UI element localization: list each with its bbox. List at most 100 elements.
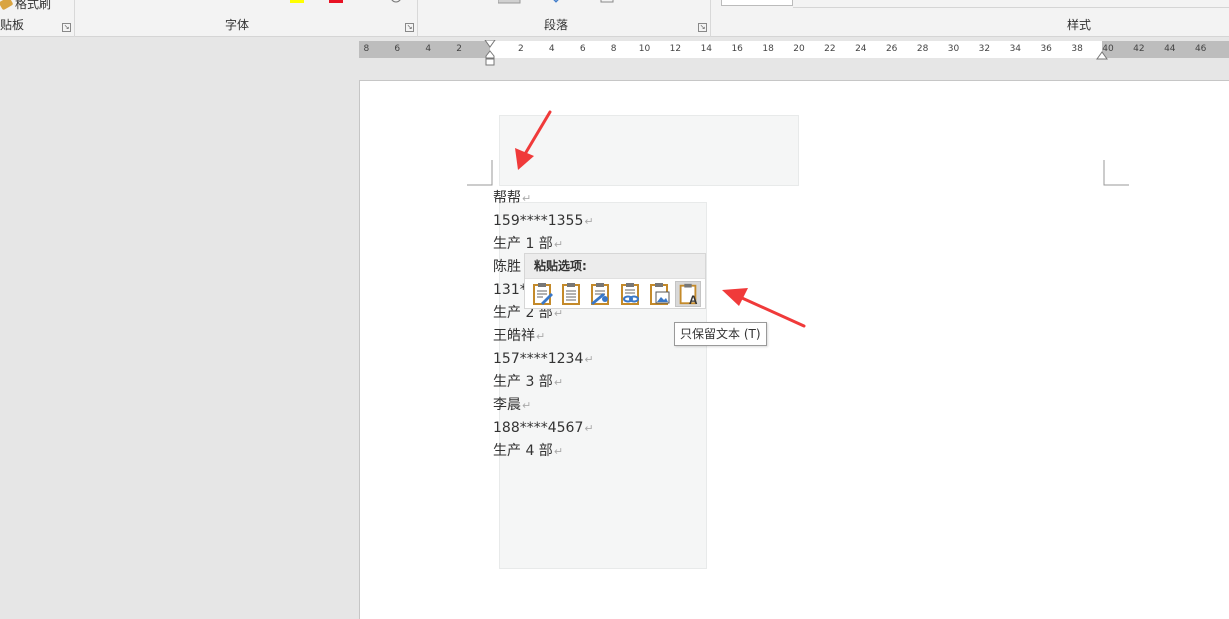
ruler-tick-label: 40: [1102, 44, 1114, 54]
ruler-tick-label: 4: [425, 44, 432, 54]
tool-icon[interactable]: [135, 0, 145, 4]
paragraph-mark-icon: ↵: [522, 399, 532, 412]
style-gallery-item[interactable]: [721, 0, 793, 6]
margin-corner-mark: [1103, 160, 1129, 186]
paragraph-launcher-icon[interactable]: ↘: [698, 23, 707, 32]
line-text: 王皓祥: [493, 328, 535, 344]
ruler-tick-label: 28: [916, 44, 929, 54]
ruler-tick-label: 38: [1071, 44, 1083, 54]
ruler-tick-label: 34: [1009, 44, 1022, 54]
ruler-tick-label: 10: [638, 44, 651, 54]
highlight-color-icon[interactable]: [288, 0, 306, 4]
format-painter-button[interactable]: 格式刷: [0, 0, 51, 12]
paste-merge-icon[interactable]: [558, 281, 584, 307]
svg-text:A: A: [689, 293, 698, 307]
shading-icon[interactable]: [498, 0, 522, 4]
line-text: 生产 3 部: [493, 374, 553, 390]
ruler-tick-label: 12: [669, 44, 682, 54]
border-icon[interactable]: [600, 0, 616, 4]
clipboard-group-label: 贴板: [0, 18, 25, 32]
paste-link-icon[interactable]: [617, 281, 643, 307]
char-shading-icon[interactable]: [365, 0, 381, 4]
line-text: 131*: [493, 282, 527, 298]
paragraph-mark-icon: ↵: [553, 445, 564, 458]
ruler-tick-label: 16: [731, 44, 743, 54]
line-text: 188****4567: [493, 420, 584, 436]
ruler-tick-label: 14: [700, 44, 713, 54]
line-text: 生产 4 部: [493, 443, 553, 459]
paragraph-mark-icon: ↵: [553, 238, 564, 251]
ribbon: 格式刷 贴板 ↘ 字体 ↘ 段落 ↘ 样式: [0, 0, 1229, 37]
line-spacing-icon[interactable]: [640, 0, 656, 4]
hanging-indent-icon[interactable]: [485, 50, 495, 66]
ruler-tick-label: 6: [579, 44, 586, 54]
paste-dest-styles-icon[interactable]: [587, 281, 613, 307]
paste-keep-source-icon[interactable]: [529, 281, 555, 307]
ruler-tick-label: 20: [793, 44, 805, 54]
paragraph-line[interactable]: 157****1234↵: [493, 348, 594, 371]
ruler-tick-label: 44: [1164, 44, 1176, 54]
line-text: 159****1355: [493, 213, 584, 229]
paragraph-group-label: 段落: [544, 18, 569, 32]
line-text: 陈胜: [493, 259, 521, 275]
paste-text-only-icon[interactable]: A: [675, 281, 701, 307]
font-group: 字体 ↘: [75, 0, 418, 37]
paragraph-line[interactable]: 188****4567↵: [493, 417, 594, 440]
paste-options-row: A: [525, 279, 705, 309]
font-launcher-icon[interactable]: ↘: [405, 23, 414, 32]
clipboard-group: 格式刷 贴板 ↘: [0, 0, 75, 37]
style-gallery[interactable]: [793, 7, 1229, 8]
paragraph-mark-icon: ↵: [584, 353, 594, 366]
line-text: 帮帮: [493, 190, 521, 206]
ruler-tick-label: 8: [610, 44, 617, 54]
paste-options-title: 粘贴选项:: [525, 254, 705, 279]
ruler-tick-label: 26: [885, 44, 898, 54]
line-text: 生产 1 部: [493, 236, 553, 252]
first-line-indent-icon[interactable]: [484, 40, 496, 49]
tool-icon[interactable]: [203, 0, 213, 4]
ruler-tick-label: 8: [363, 44, 370, 54]
clipboard-launcher-icon[interactable]: ↘: [62, 23, 71, 32]
paragraph-mark-icon: ↵: [553, 376, 564, 389]
text-effects-icon[interactable]: [253, 0, 269, 4]
ruler-tick-label: 18: [762, 44, 774, 54]
enclose-char-icon[interactable]: [389, 0, 403, 4]
paste-options-menu: 粘贴选项: A: [524, 253, 706, 309]
ruler-tick-label: 36: [1040, 44, 1052, 54]
line-text: 157****1234: [493, 351, 584, 367]
styles-group-label: 样式: [1067, 18, 1092, 32]
paste-picture-icon[interactable]: [646, 281, 672, 307]
ruler-tick-label: 6: [394, 44, 401, 54]
paragraph-mark-icon: ↵: [584, 422, 594, 435]
ruler-tick-label: 22: [824, 44, 836, 54]
horizontal-ruler[interactable]: 8 6 4 2 2 4 6 8 10 12 14 16 18 20 22 24 26 28 30 32 34 36 38 40…: [359, 40, 1229, 66]
ruler-tick-label: 30: [947, 44, 960, 54]
paragraph-line[interactable]: 李晨↵: [493, 394, 594, 417]
paragraph-line[interactable]: 159****1355↵: [493, 210, 594, 233]
document-page[interactable]: 帮帮↵ 159****1355↵ 生产 1 部↵ 陈胜 131* 生产 2 部↵ 王皓祥↵ 1…: [359, 80, 1229, 619]
paragraph-mark-icon: ↵: [536, 330, 546, 343]
ruler-tick-label: 42: [1133, 44, 1145, 54]
paragraph-line[interactable]: 生产 3 部↵: [493, 371, 594, 394]
line-text: 李晨: [493, 397, 521, 413]
styles-group: 样式: [711, 0, 1229, 37]
paragraph-line[interactable]: 王皓祥↵: [493, 325, 594, 348]
paragraph-line[interactable]: 生产 4 部↵: [493, 440, 594, 463]
paragraph-mark-icon: ↵: [584, 215, 594, 228]
ruler-tick-label: 4: [548, 44, 555, 54]
paragraph-group: 段落 ↘: [418, 0, 711, 37]
document-text[interactable]: 帮帮↵ 159****1355↵ 生产 1 部↵ 陈胜 131* 生产 2 部↵ 王皓祥↵ 1…: [493, 187, 594, 463]
font-group-label: 字体: [225, 18, 250, 32]
font-color-icon[interactable]: [327, 0, 345, 4]
paintbrush-icon: [0, 0, 14, 11]
ruler-tick-label: 2: [518, 44, 524, 54]
annotation-arrow: [515, 110, 552, 170]
paragraph-line[interactable]: 帮帮↵: [493, 187, 594, 210]
ruler-tick-label: 24: [855, 44, 867, 54]
margin-corner-mark: [467, 160, 493, 186]
sort-icon[interactable]: [550, 0, 562, 4]
ruler-tick-label: 32: [978, 44, 991, 54]
paragraph-mark-icon: ↵: [522, 192, 532, 205]
ruler-tick-label: 2: [456, 44, 462, 54]
ruler-tick-label: 46: [1194, 44, 1207, 54]
